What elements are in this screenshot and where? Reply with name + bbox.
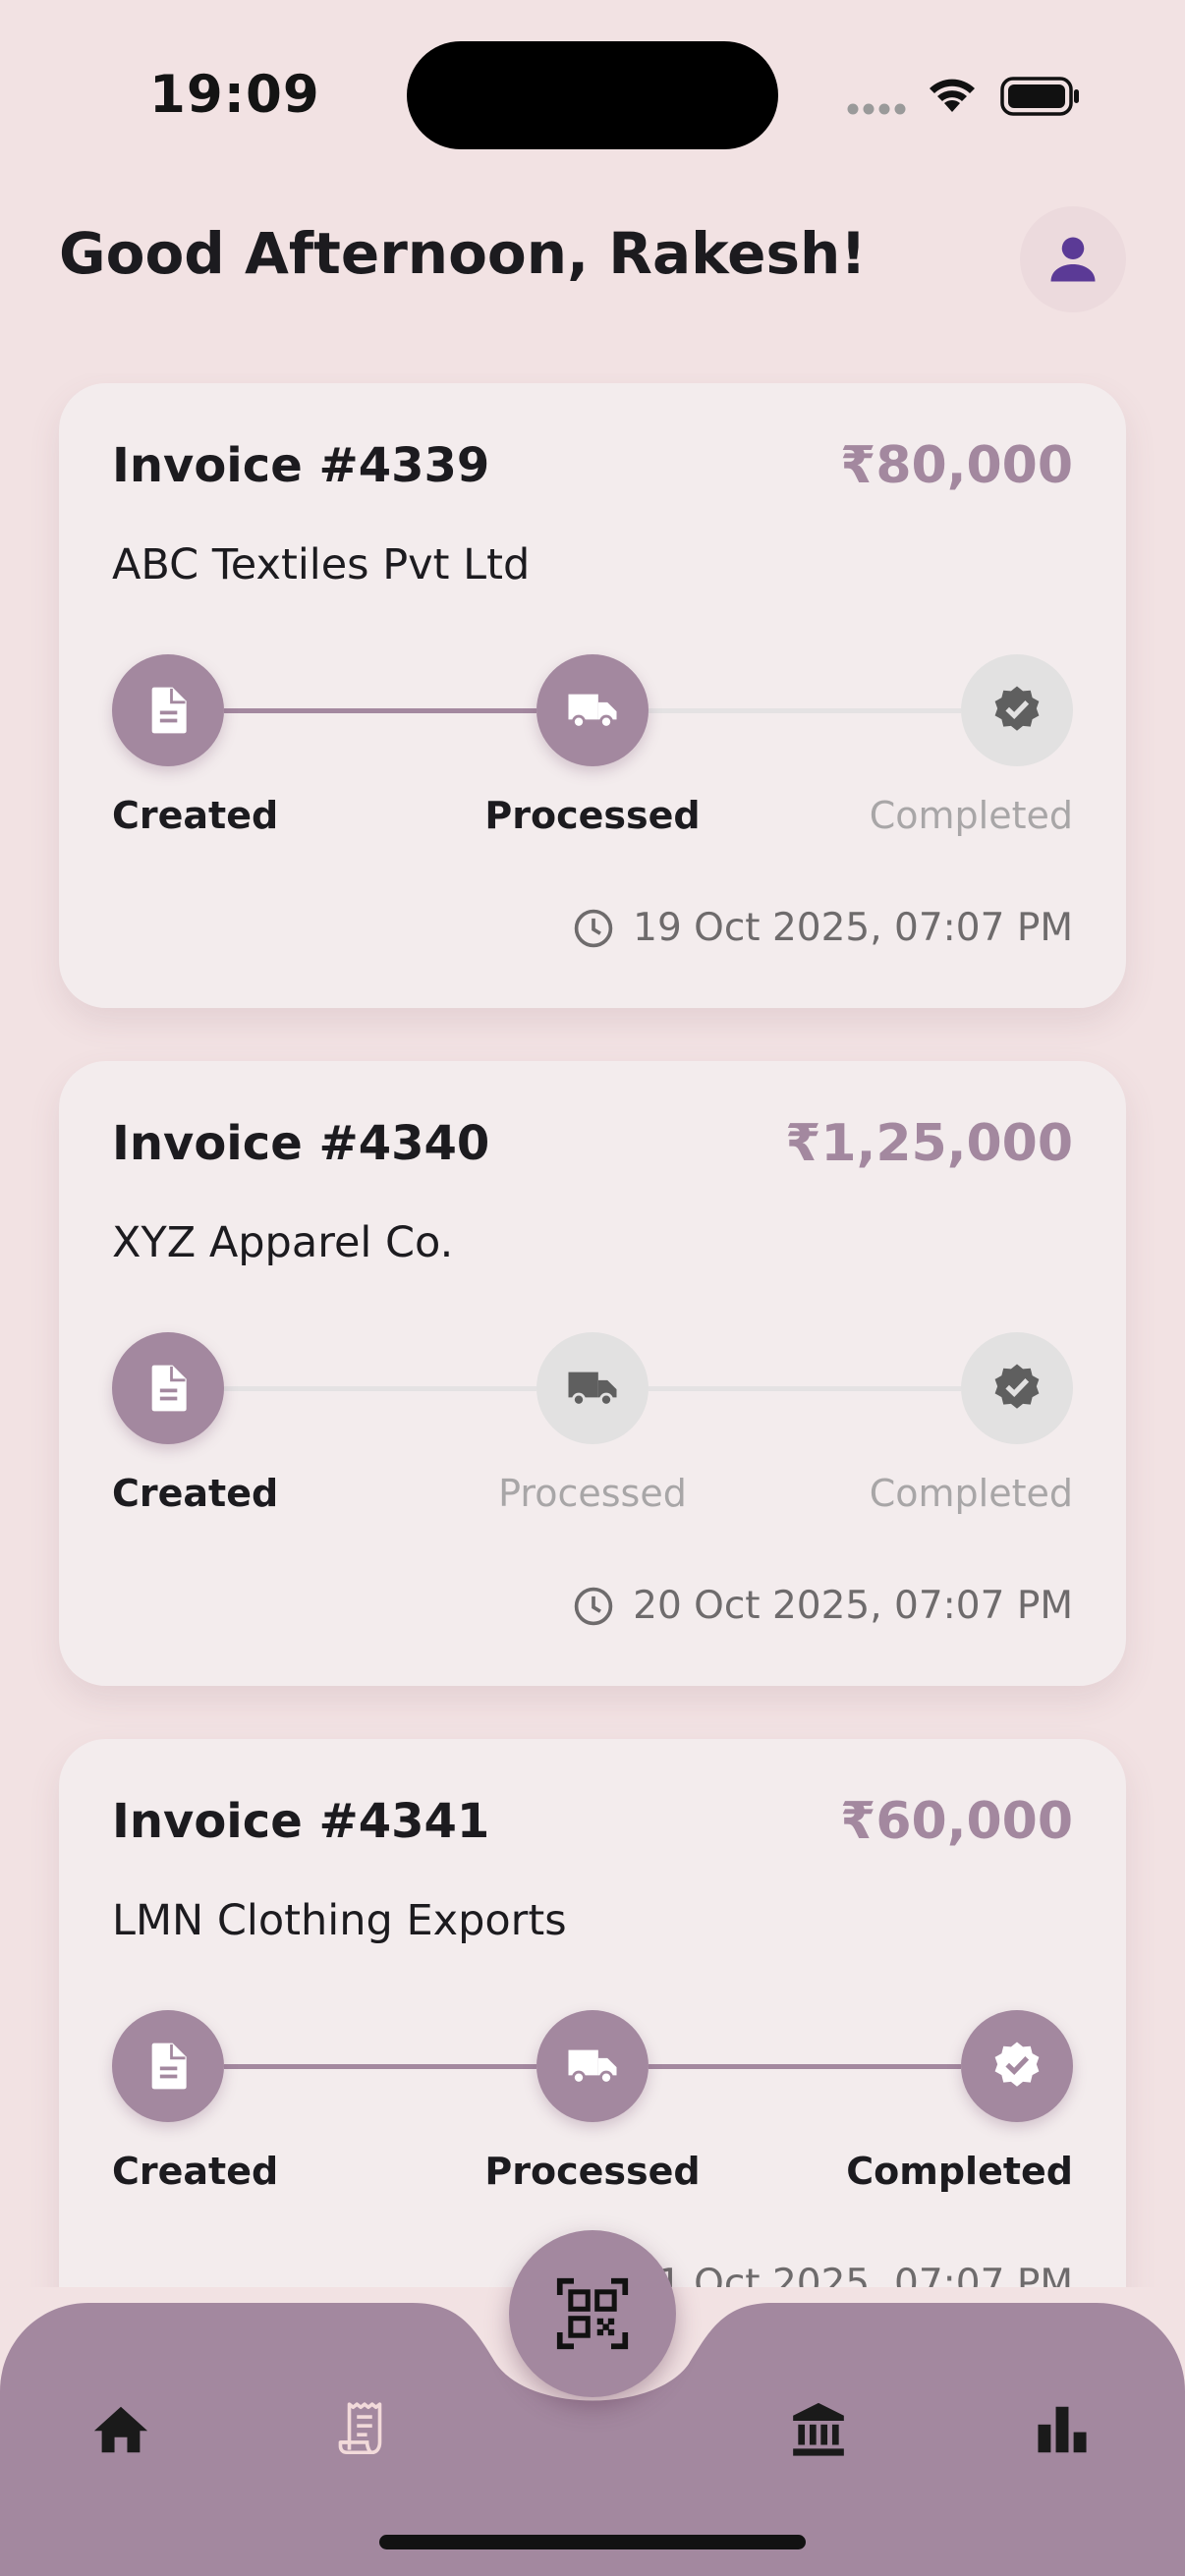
dynamic-island [407,41,778,149]
person-icon [1050,237,1096,282]
document-icon [151,687,187,734]
step-created [112,1332,224,1444]
progress-connector [649,708,961,713]
invoice-date: 19 Oct 2025, 07:07 PM [572,906,1073,950]
invoice-amount: ₹1,25,000 [785,1114,1073,1173]
nav-receipts[interactable] [320,2385,409,2474]
invoice-date: 20 Oct 2025, 07:07 PM [572,1584,1073,1628]
step-created [112,654,224,766]
step-created [112,2010,224,2122]
clock-icon [574,909,613,947]
invoice-date-text: 20 Oct 2025, 07:07 PM [633,1584,1073,1628]
step-label: Processed [498,1472,687,1515]
cellular-signal-icon [847,103,906,115]
verified-badge-icon [994,1364,1040,1409]
invoice-card[interactable]: Invoice #4340 ₹1,25,000 XYZ Apparel Co. Cre… [59,1061,1126,1686]
invoice-number: Invoice #4341 [112,1794,490,1849]
verified-badge-icon [994,686,1040,731]
customer-name: LMN Clothing Exports [112,1896,567,1945]
progress-connector [649,1386,961,1391]
truck-icon [568,2049,617,2085]
bar-chart-icon [1038,2406,1087,2453]
truck-icon [568,694,617,729]
wifi-icon [930,79,975,112]
home-indicator [379,2535,806,2549]
invoice-card[interactable]: Invoice #4341 ₹60,000 LMN Clothing Exports… [59,1739,1126,2287]
customer-name: XYZ Apparel Co. [112,1218,454,1267]
document-icon [151,1365,187,1412]
bank-icon [793,2402,844,2456]
status-time: 19:09 [149,65,320,125]
step-label: Completed [869,1472,1073,1515]
progress-connector [224,708,536,713]
invoice-number: Invoice #4340 [112,1116,490,1171]
truck-icon [568,1372,617,1407]
progress-connector [224,1386,536,1391]
progress-connector [224,2064,536,2069]
profile-avatar-button[interactable] [1020,206,1126,312]
receipt-icon [338,2402,382,2455]
greeting-title: Good Afternoon, Rakesh! [59,220,867,287]
battery-icon [1000,77,1079,116]
clock-icon [574,1587,613,1625]
step-label: Processed [484,2150,701,2193]
step-label: Completed [846,2150,1073,2193]
invoice-list[interactable]: Invoice #4339 ₹80,000 ABC Textiles Pvt Ltd… [0,373,1185,2287]
step-processed [536,1332,649,1444]
customer-name: ABC Textiles Pvt Ltd [112,540,531,589]
qr-scan-icon [556,2277,629,2350]
step-processed [536,2010,649,2122]
step-label: Created [112,1472,279,1515]
invoice-amount: ₹60,000 [840,1792,1073,1851]
progress-connector [649,2064,961,2069]
document-icon [151,2043,187,2090]
verified-badge-icon [994,2042,1040,2087]
step-completed [961,654,1073,766]
step-label: Created [112,794,279,837]
step-label: Created [112,2150,279,2193]
step-label: Processed [484,794,701,837]
invoice-number: Invoice #4339 [112,438,490,493]
step-completed [961,2010,1073,2122]
nav-home[interactable] [77,2385,165,2474]
nav-analytics[interactable] [1018,2385,1106,2474]
invoice-amount: ₹80,000 [840,436,1073,495]
home-icon [93,2406,148,2453]
step-completed [961,1332,1073,1444]
step-processed [536,654,649,766]
scan-qr-button[interactable] [509,2230,676,2397]
step-label: Completed [869,794,1073,837]
invoice-card[interactable]: Invoice #4339 ₹80,000 ABC Textiles Pvt Ltd… [59,383,1126,1008]
invoice-date-text: 19 Oct 2025, 07:07 PM [633,906,1073,950]
invoice-date-text: 21 Oct 2025, 07:07 PM [633,2262,1073,2287]
nav-bank[interactable] [774,2385,863,2474]
